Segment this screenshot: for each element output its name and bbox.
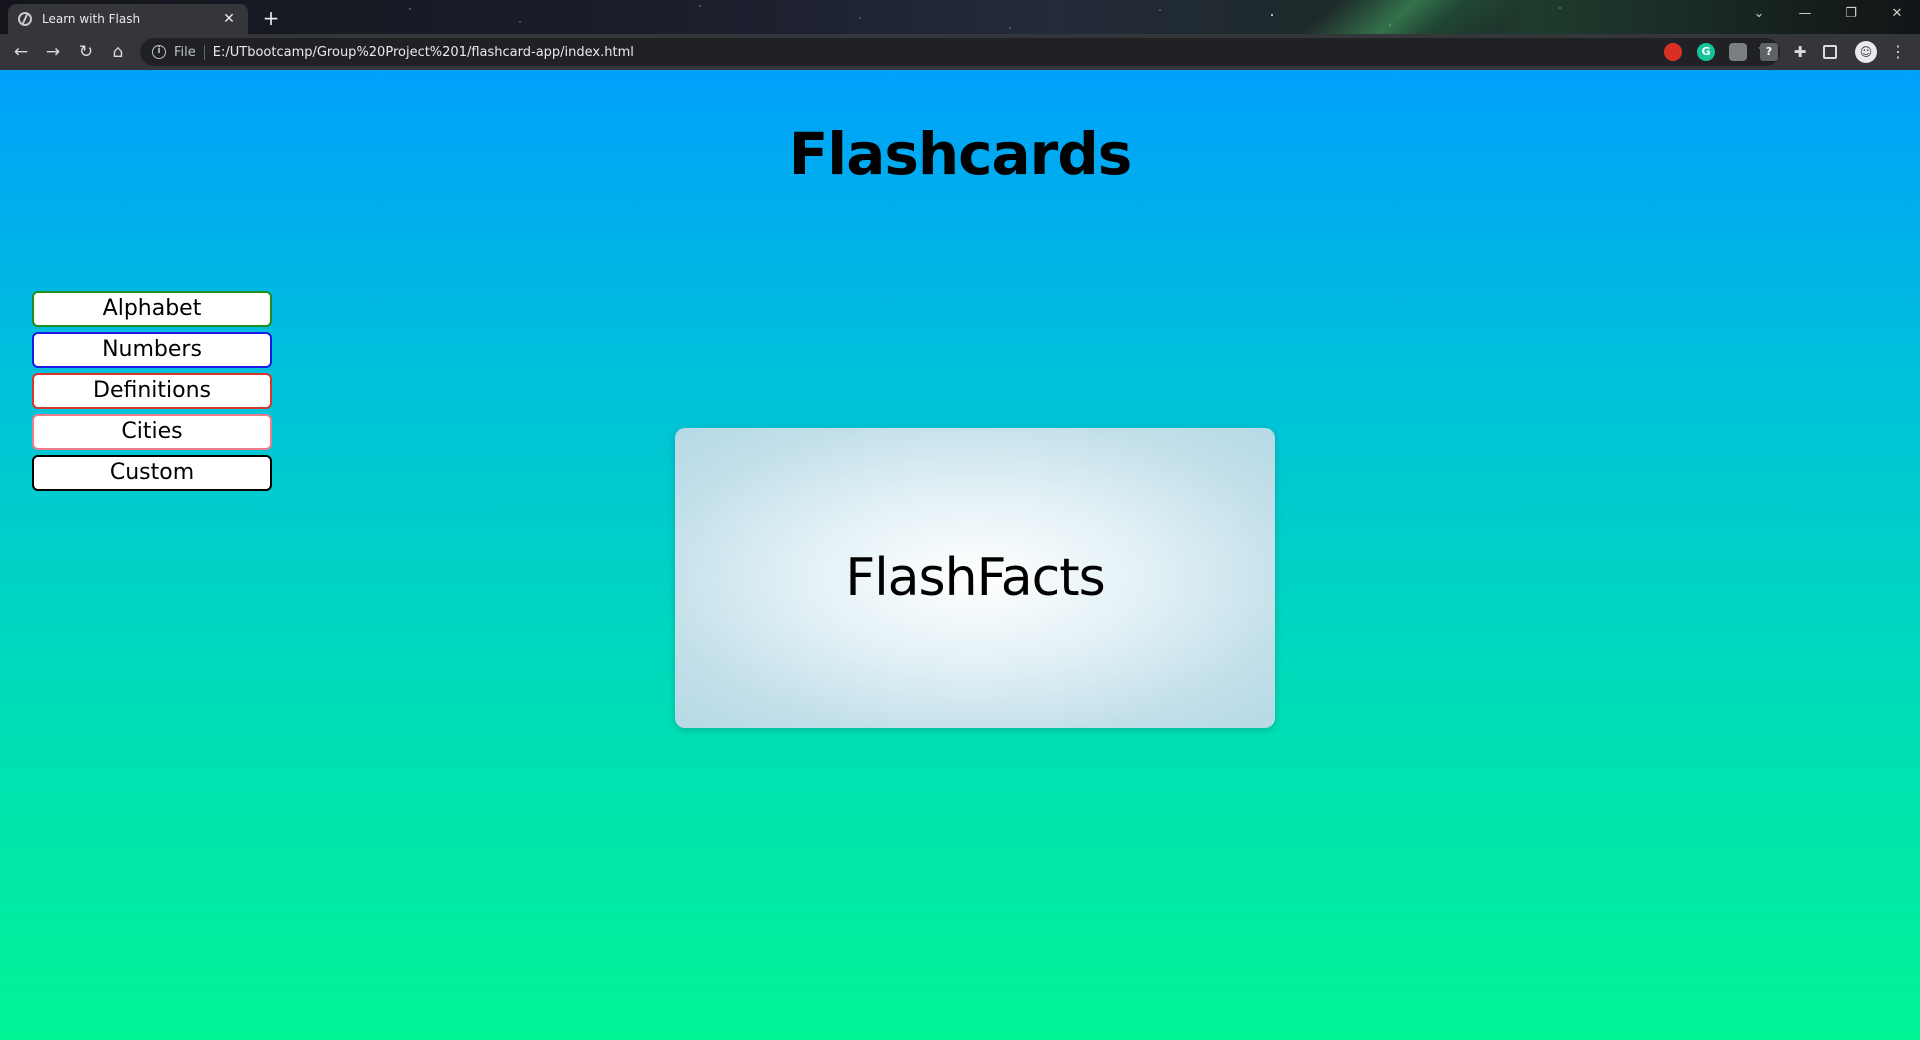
background-aurora (1252, 0, 1568, 34)
definitions-button[interactable]: Definitions (32, 373, 272, 409)
reload-icon[interactable]: ↻ (74, 41, 98, 63)
cities-button[interactable]: Cities (32, 414, 272, 450)
profile-avatar[interactable]: ☺ (1855, 41, 1877, 63)
home-icon[interactable]: ⌂ (106, 41, 130, 63)
address-bar[interactable]: i File E:/UTbootcamp/Group%20Project%201… (140, 38, 1780, 66)
minimize-button[interactable]: — (1782, 0, 1828, 28)
browser-toolbar: ← → ↻ ⌂ i File E:/UTbootcamp/Group%20Pro… (0, 34, 1920, 70)
side-panel-icon[interactable] (1823, 45, 1837, 59)
adblock-extension-icon[interactable] (1664, 43, 1682, 61)
browser-tab[interactable]: Learn with Flash ✕ (8, 4, 248, 34)
grammarly-extension-icon[interactable]: G (1697, 43, 1715, 61)
page-content: Flashcards Alphabet Numbers Definitions … (0, 70, 1920, 1040)
menu-kebab-icon[interactable]: ⋮ (1890, 42, 1906, 61)
forward-arrow-icon[interactable]: → (41, 41, 65, 63)
new-tab-button[interactable]: + (258, 6, 284, 32)
background-stars (0, 0, 1920, 34)
url-text[interactable]: E:/UTbootcamp/Group%20Project%201/flashc… (213, 45, 634, 60)
custom-button[interactable]: Custom (32, 455, 272, 491)
flashcard-text: FlashFacts (845, 548, 1105, 608)
topic-buttons: Alphabet Numbers Definitions Cities Cust… (32, 291, 272, 496)
info-icon[interactable]: i (152, 45, 166, 59)
numbers-button[interactable]: Numbers (32, 332, 272, 368)
globe-icon (18, 12, 32, 26)
tab-close-icon[interactable]: ✕ (220, 11, 238, 27)
restore-button[interactable]: ❐ (1828, 0, 1874, 28)
extensions-puzzle-icon[interactable]: ✚ (1791, 43, 1809, 61)
help-extension-icon[interactable]: ? (1760, 43, 1778, 61)
back-arrow-icon[interactable]: ← (9, 41, 33, 63)
close-window-button[interactable]: ✕ (1874, 0, 1920, 28)
page-title: Flashcards (788, 120, 1133, 188)
browser-title-bar: Learn with Flash ✕ + ⌄ — ❐ ✕ (0, 0, 1920, 34)
alphabet-button[interactable]: Alphabet (32, 291, 272, 327)
file-scheme-label: File (174, 44, 205, 60)
tab-search-icon[interactable]: ⌄ (1736, 0, 1782, 28)
tab-title: Learn with Flash (42, 12, 141, 26)
flashcard[interactable]: FlashFacts (675, 428, 1275, 728)
shield-extension-icon[interactable] (1729, 43, 1747, 61)
